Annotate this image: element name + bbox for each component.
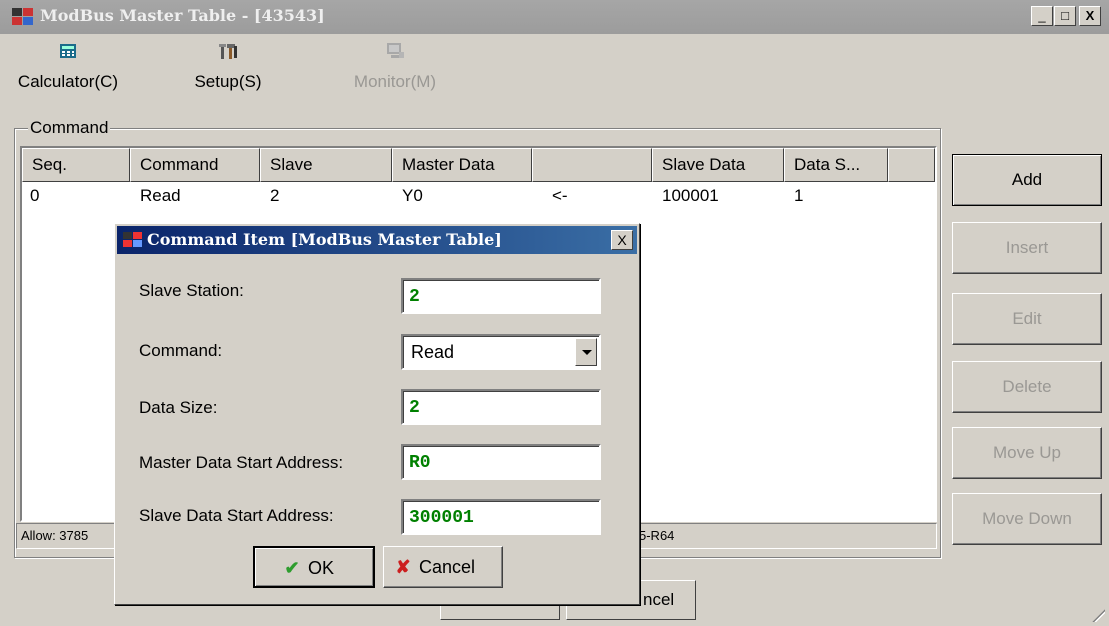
- slave-start-label: Slave Data Start Address:: [139, 506, 334, 525]
- window-title: ModBus Master Table - [43543]: [40, 6, 325, 25]
- setup-label: Setup(S): [194, 72, 262, 91]
- cell-seq: 0: [30, 186, 40, 205]
- column-header-master-data[interactable]: Master Data: [392, 148, 532, 182]
- monitor-icon: [387, 43, 404, 58]
- edit-button[interactable]: Edit: [952, 293, 1102, 345]
- cell-data-size: 1: [794, 186, 804, 205]
- setup-button[interactable]: Setup(S): [186, 40, 270, 108]
- dialog-titlebar[interactable]: Command Item [ModBus Master Table] X: [117, 226, 637, 254]
- move-up-button[interactable]: Move Up: [952, 427, 1102, 479]
- chevron-down-icon[interactable]: [575, 338, 597, 366]
- dialog-app-icon: [123, 232, 142, 247]
- command-label: Command:: [139, 341, 223, 360]
- cell-direction: <-: [552, 186, 568, 205]
- check-icon: ✔: [284, 558, 300, 578]
- cell-command: Read: [140, 186, 181, 205]
- cell-slave-data: 100001: [662, 186, 719, 205]
- slave-station-label: Slave Station:: [139, 281, 244, 300]
- cancel-label: Cancel: [419, 557, 476, 577]
- status-allow: Allow: 3785: [21, 528, 89, 543]
- column-header-command[interactable]: Command: [130, 148, 260, 182]
- column-header-slave[interactable]: Slave: [260, 148, 392, 182]
- ok-label: OK: [308, 558, 335, 578]
- monitor-button[interactable]: Monitor(M): [338, 40, 452, 108]
- column-header-data-size[interactable]: Data S...: [784, 148, 888, 182]
- monitor-label: Monitor(M): [353, 72, 437, 91]
- command-select[interactable]: Read: [401, 334, 601, 370]
- column-header-seq[interactable]: Seq.: [22, 148, 130, 182]
- command-select-value: Read: [411, 342, 455, 362]
- x-icon: ✘: [395, 557, 411, 577]
- slave-station-input[interactable]: 2: [401, 278, 601, 314]
- delete-button[interactable]: Delete: [952, 361, 1102, 413]
- command-group-label: Command: [28, 118, 111, 138]
- calculator-icon: [60, 44, 76, 58]
- calculator-label: Calculator(C): [17, 72, 119, 91]
- resize-grip[interactable]: [1089, 606, 1105, 622]
- data-size-label: Data Size:: [139, 398, 218, 417]
- close-button[interactable]: X: [1079, 6, 1101, 26]
- cancel-button[interactable]: ✘ Cancel: [383, 546, 503, 588]
- window-titlebar[interactable]: ModBus Master Table - [43543] _ □ X: [0, 0, 1109, 34]
- column-header-slave-data[interactable]: Slave Data: [652, 148, 784, 182]
- column-header-blank: [888, 148, 935, 182]
- dialog-title: Command Item [ModBus Master Table]: [147, 230, 502, 249]
- cell-master-data: Y0: [402, 186, 423, 205]
- data-size-input[interactable]: 2: [401, 389, 601, 425]
- maximize-button[interactable]: □: [1054, 6, 1076, 26]
- slave-start-input[interactable]: 300001: [401, 499, 601, 535]
- dialog-close-button[interactable]: X: [611, 230, 633, 250]
- app-icon: [12, 8, 33, 25]
- ok-button[interactable]: ✔ OK: [253, 546, 375, 588]
- minimize-button[interactable]: _: [1031, 6, 1053, 26]
- add-button[interactable]: Add: [952, 154, 1102, 206]
- master-start-input[interactable]: R0: [401, 444, 601, 480]
- command-item-dialog: Command Item [ModBus Master Table] X Sla…: [114, 223, 640, 605]
- calculator-button[interactable]: Calculator(C): [16, 40, 120, 108]
- master-start-label: Master Data Start Address:: [139, 453, 344, 472]
- tools-icon: [219, 44, 237, 59]
- cell-slave: 2: [270, 186, 280, 205]
- modbus-master-table-window: ModBus Master Table - [43543] _ □ X Calc…: [0, 0, 1109, 626]
- status-range: 5-R64: [639, 528, 675, 543]
- move-down-button[interactable]: Move Down: [952, 493, 1102, 545]
- column-header-direction[interactable]: [532, 148, 652, 182]
- insert-button[interactable]: Insert: [952, 222, 1102, 274]
